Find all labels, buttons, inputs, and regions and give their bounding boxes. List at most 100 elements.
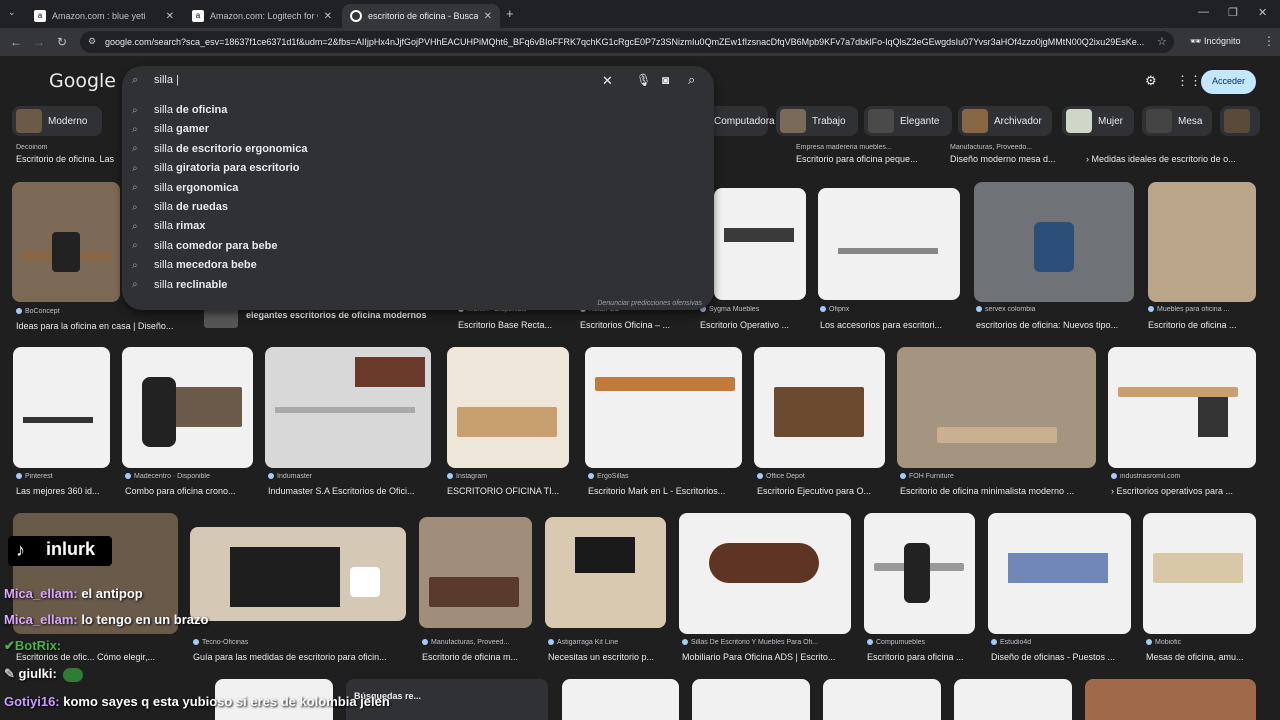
suggestion-item[interactable]: ⌕ silla ergonomica: [132, 182, 238, 194]
chat-line: Mica_ellam: el antipop: [4, 586, 143, 601]
suggestion-item[interactable]: ⌕ silla de escritorio ergonomica: [132, 143, 307, 155]
suggestion-item[interactable]: ⌕ silla de ruedas: [132, 201, 228, 213]
close-icon[interactable]: ✕: [484, 11, 492, 22]
suggestion-completion: giratoria para escritorio: [172, 162, 300, 175]
suggestion-prefix: silla: [154, 220, 173, 233]
minimize-icon[interactable]: —: [1198, 6, 1209, 18]
tab-amazon-blue-yeti[interactable]: a Amazon.com : blue yeti ✕: [26, 4, 182, 28]
reload-icon[interactable]: ↻: [57, 35, 67, 49]
suggestion-completion: comedor para bebe: [172, 239, 278, 252]
bookmark-star-icon[interactable]: ☆: [1157, 35, 1167, 48]
suggestion-item[interactable]: ⌕ silla comedor para bebe: [132, 240, 278, 252]
result-image: [447, 347, 569, 468]
maximize-icon[interactable]: ❐: [1228, 6, 1238, 19]
new-tab-button[interactable]: +: [506, 6, 514, 21]
suggestion-item[interactable]: ⌕ silla de oficina: [132, 104, 227, 116]
chip-thumbnail: [1224, 109, 1250, 133]
result-image: [13, 347, 110, 468]
search-icon: ⌕: [132, 182, 138, 194]
chip-mujer[interactable]: Mujer: [1062, 106, 1134, 136]
chip-thumbnail: [780, 109, 806, 133]
result-image: [679, 513, 851, 634]
tiktok-logo-icon: ♪: [16, 540, 25, 560]
suggestion-prefix: silla: [154, 123, 173, 136]
tab-bar: ⌄ a Amazon.com : blue yeti ✕ a Amazon.co…: [0, 0, 1280, 28]
voice-search-icon[interactable]: 🎙: [636, 73, 651, 87]
site-info-icon[interactable]: ⚙: [88, 36, 96, 47]
settings-gear-icon[interactable]: ⚙: [1145, 73, 1157, 89]
chip-elegante[interactable]: Elegante: [864, 106, 952, 136]
suggestion-prefix: silla: [154, 278, 173, 291]
chip-label: Elegante: [900, 115, 940, 127]
chip-trabajo[interactable]: Trabajo: [776, 106, 858, 136]
google-logo[interactable]: Google: [49, 70, 116, 92]
address-bar-row: ← → ↻ ⚙ google.com/search?sca_esv=18637f…: [0, 28, 1280, 56]
amazon-favicon-icon: a: [192, 10, 204, 22]
chip-moderno[interactable]: Moderno: [12, 106, 102, 136]
suggestion-item[interactable]: ⌕ silla gamer: [132, 123, 209, 135]
url-field[interactable]: ⚙ google.com/search?sca_esv=18637f1ce637…: [80, 31, 1174, 53]
result-caption: Guía para las medidas de escritorio para…: [193, 652, 387, 662]
result-caption: Las mejores 360 id...: [16, 486, 100, 496]
suggestion-completion: ergonomica: [172, 181, 239, 194]
suggestion-completion: de ruedas: [172, 201, 228, 213]
search-submit-icon[interactable]: ⌕: [688, 72, 695, 88]
result-image: [864, 513, 975, 634]
result-caption: Necesitas un escritorio p...: [548, 652, 655, 662]
result-image[interactable]: [692, 679, 810, 720]
tab-google-search[interactable]: escritorio de oficina - Buscar co ✕: [342, 4, 500, 28]
result-caption: Ideas para la oficina en casa | Diseño..…: [16, 321, 174, 331]
result-image: [585, 347, 742, 468]
apps-grid-icon[interactable]: ⋮⋮: [1176, 73, 1202, 89]
result-source: Compumuebles: [867, 639, 975, 646]
forward-icon[interactable]: →: [33, 35, 45, 49]
verified-check-icon: ✔: [4, 638, 15, 653]
search-icon: ⌕: [132, 259, 138, 271]
result-source: Estudio4d: [991, 639, 1131, 646]
incognito-indicator[interactable]: 🕶 Incógnito: [1190, 36, 1240, 47]
chip-thumbnail: [868, 109, 894, 133]
tab-amazon-logitech[interactable]: a Amazon.com: Logitech for Crea ✕: [184, 4, 340, 28]
chat-user: giulki:: [18, 666, 57, 681]
result-image: [818, 188, 960, 300]
suggestion-prefix: silla: [154, 201, 173, 213]
result-source: Ofiprix: [820, 306, 960, 313]
chip-mesa[interactable]: Mesa: [1142, 106, 1212, 136]
menu-dots-icon[interactable]: ⋮: [1263, 34, 1275, 48]
chip-label: Mujer: [1098, 115, 1124, 127]
report-predictions-link[interactable]: Denunciar predicciones ofensivas: [597, 300, 702, 307]
lens-camera-icon[interactable]: ◙: [662, 73, 669, 87]
url-text: google.com/search?sca_esv=18637f1ce6371d…: [105, 37, 1145, 47]
close-icon[interactable]: ✕: [166, 11, 174, 22]
result-source: Astigarraga Kit Line: [548, 639, 666, 646]
result-image: [1148, 182, 1256, 302]
result-caption: Combo para oficina crono...: [125, 486, 236, 496]
tab-search-icon[interactable]: ⌄: [8, 7, 16, 18]
result-image[interactable]: [823, 679, 941, 720]
suggestion-item[interactable]: ⌕ silla giratoria para escritorio: [132, 162, 300, 174]
suggestion-item[interactable]: ⌕ silla mecedora bebe: [132, 259, 257, 271]
suggestion-item[interactable]: ⌕ silla rimax: [132, 220, 205, 232]
result-image[interactable]: [954, 679, 1072, 720]
back-icon[interactable]: ←: [10, 35, 22, 49]
result-image[interactable]: [562, 679, 679, 720]
sign-in-button[interactable]: Acceder: [1201, 70, 1256, 94]
clear-icon[interactable]: ✕: [602, 73, 613, 89]
result-image[interactable]: [1085, 679, 1256, 720]
close-icon[interactable]: ✕: [324, 11, 332, 22]
result-source: Sygma Muebles: [700, 306, 810, 313]
chat-message: lo tengo en un brazo: [77, 612, 209, 627]
suggestion-completion: reclinable: [172, 278, 228, 291]
suggestion-completion: gamer: [172, 123, 210, 136]
tiktok-handle: inlurk: [46, 539, 96, 559]
result-image: [974, 182, 1134, 302]
window-close-icon[interactable]: ✕: [1258, 6, 1267, 19]
result-caption: Escritorio Operativo ...: [700, 320, 790, 330]
chat-line: ✎ giulki:: [4, 666, 83, 682]
result-caption: escritorios de oficina: Nuevos tipo...: [976, 320, 1119, 330]
result-image: [419, 517, 532, 628]
suggestion-item[interactable]: ⌕ silla reclinable: [132, 279, 227, 291]
chip-more[interactable]: [1220, 106, 1260, 136]
chip-archivador[interactable]: Archivador: [958, 106, 1052, 136]
search-input[interactable]: silla |: [154, 74, 179, 86]
